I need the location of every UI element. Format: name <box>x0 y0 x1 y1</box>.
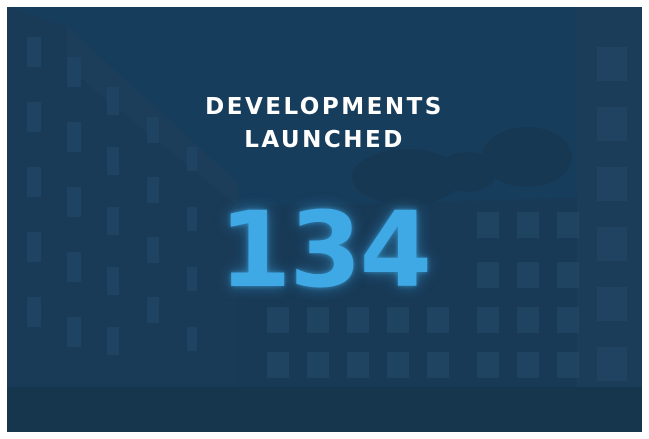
stat-heading-line-1: DEVELOPMENTS <box>205 94 444 120</box>
stat-card: DEVELOPMENTS LAUNCHED 134 <box>7 7 642 432</box>
stat-value: 134 <box>218 189 432 311</box>
stat-heading-line-2: LAUNCHED <box>244 127 405 153</box>
stat-heading: DEVELOPMENTS LAUNCHED <box>7 91 642 157</box>
